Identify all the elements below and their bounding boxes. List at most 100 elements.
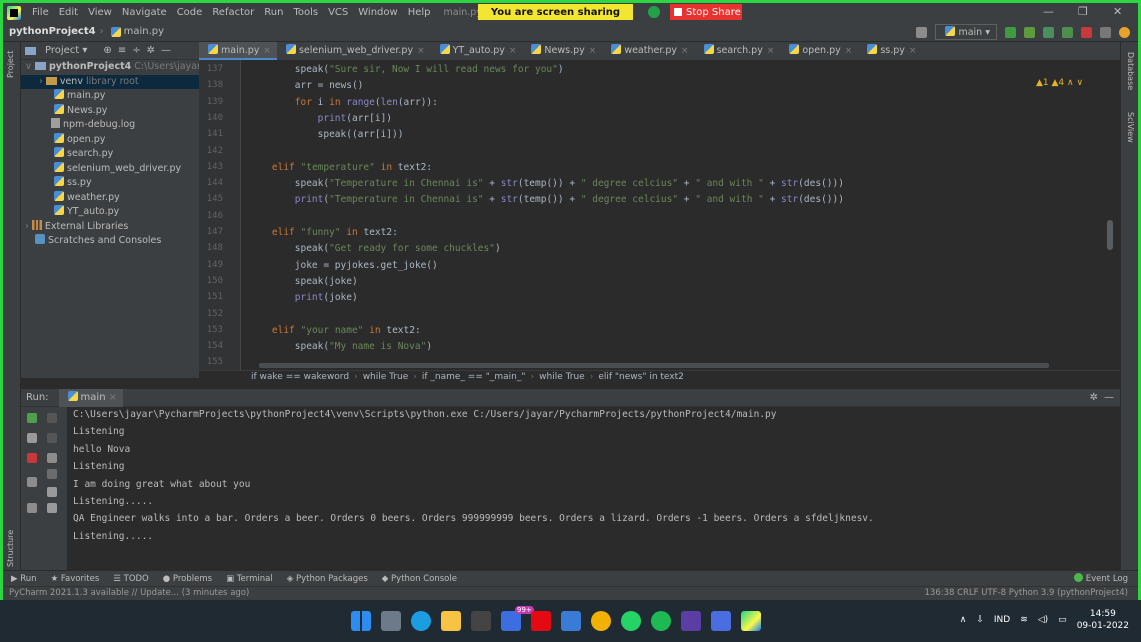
whatsapp-icon[interactable] [621,611,641,631]
code-line[interactable]: print(arr[i]) [249,113,392,124]
python-console-tool-button[interactable]: ◆ Python Console [382,574,457,584]
status-right-info[interactable]: 136:38 CRLF UTF-8 Python 3.9 (pythonProj… [925,587,1129,600]
code-line[interactable]: elif "temperature" in text2: [249,162,432,173]
close-tab-icon[interactable]: × [417,46,425,56]
nav-file[interactable]: main.py [124,26,164,37]
language-indicator[interactable]: IND [994,615,1010,625]
line-number[interactable]: 143 [199,162,223,172]
wrench-icon[interactable] [27,433,37,443]
hide-run-panel-icon[interactable]: — [1104,392,1114,403]
coverage-icon[interactable] [1043,26,1054,38]
calculator-icon[interactable] [561,611,581,631]
code-line[interactable]: speak("Sure sir, Now I will read news fo… [249,64,564,75]
menu-code[interactable]: Code [172,7,208,18]
tree-item-search-py[interactable]: search.py [21,147,199,162]
line-number[interactable]: 154 [199,341,223,351]
line-number[interactable]: 140 [199,113,223,123]
up-arrow-icon[interactable] [47,413,57,423]
wifi-icon[interactable]: ≋ [1020,615,1028,625]
tree-item-venv[interactable]: › venv library root [21,74,199,89]
menu-run[interactable]: Run [259,7,288,18]
line-number[interactable]: 151 [199,292,223,302]
code-line[interactable]: speak((arr[i])) [249,129,404,140]
line-number[interactable]: 139 [199,97,223,107]
event-log-button[interactable]: Event Log [1073,573,1128,584]
pin-icon[interactable] [27,503,37,513]
tab-ss-py[interactable]: ss.py × [858,42,922,60]
menu-view[interactable]: View [83,7,117,18]
run-settings-gear-icon[interactable]: ✲ [1090,392,1098,403]
expand-icon[interactable]: ÷ [132,45,140,56]
scroll-to-end-icon[interactable] [47,469,57,479]
tree-item-scratches[interactable]: Scratches and Consoles [21,234,199,249]
tab-open-py[interactable]: open.py × [780,42,858,60]
tab-selenium-web-driver-py[interactable]: selenium_web_driver.py × [277,42,431,60]
user-icon[interactable] [916,26,928,38]
tray-overflow-icon[interactable]: ∧ [960,615,967,625]
code-line[interactable]: arr = news() [249,80,364,91]
line-number[interactable]: 146 [199,211,223,221]
debug-icon[interactable] [1024,26,1035,38]
close-tab-icon[interactable]: × [909,46,917,56]
windows-start-icon[interactable] [351,611,371,631]
teams-icon[interactable] [501,611,521,631]
usb-icon[interactable]: ⇩ [976,615,984,625]
tree-item-selenium-py[interactable]: selenium_web_driver.py [21,161,199,177]
line-number[interactable]: 155 [199,357,223,367]
close-icon[interactable]: ✕ [1113,5,1122,18]
code-line[interactable]: speak("My name is Nova") [249,341,432,352]
run-tool-button[interactable]: ▶ Run [11,574,37,584]
layout-icon[interactable] [27,477,37,487]
tree-item-external-libraries[interactable]: › External Libraries [21,219,199,235]
close-tab-icon[interactable]: × [845,46,853,56]
profile-icon[interactable] [1062,26,1073,38]
inspection-warnings-indicator[interactable]: ▲1 ▲4 ∧ ∨ [1036,78,1083,88]
close-tab-icon[interactable]: × [589,46,597,56]
tree-item-main-py[interactable]: main.py [21,89,199,104]
breadcrumb-item[interactable]: elif "news" in text2 [598,372,684,382]
down-arrow-icon[interactable] [47,433,57,443]
code-line[interactable]: speak("Get ready for some chuckles") [249,243,501,254]
favorites-tool-button[interactable]: ★ Favorites [51,574,100,584]
line-number[interactable]: 148 [199,243,223,253]
tab-weather-py[interactable]: weather.py × [602,42,694,60]
code-editor[interactable]: ▲1 ▲4 ∧ ∨ 137 speak("Sure sir, Now I wil… [199,60,1120,370]
breadcrumb-item[interactable]: while True [539,372,585,382]
code-line[interactable]: joke = pyjokes.get_joke() [249,260,438,271]
line-number[interactable]: 144 [199,178,223,188]
print-icon[interactable] [47,487,57,497]
menu-help[interactable]: Help [403,7,436,18]
breadcrumb-item[interactable]: if wake == wakeword [251,372,349,382]
code-line[interactable]: elif "funny" in text2: [249,227,398,238]
tree-item-news-py[interactable]: News.py [21,103,199,119]
tree-item-ss-py[interactable]: ss.py [21,176,199,191]
stop-share-button[interactable]: Stop Share [670,4,742,20]
database-tool-label[interactable]: Database [1126,52,1135,90]
menu-vcs[interactable]: VCS [323,7,353,18]
updates-icon[interactable] [1119,26,1130,38]
menu-edit[interactable]: Edit [54,7,83,18]
tab-search-py[interactable]: search.py × [695,42,781,60]
line-number[interactable]: 150 [199,276,223,286]
edge-browser-icon[interactable] [411,611,431,631]
menu-file[interactable]: File [27,7,54,18]
trash-icon[interactable] [47,503,57,513]
soft-wrap-icon[interactable] [47,453,57,463]
menu-navigate[interactable]: Navigate [117,7,172,18]
rerun-icon[interactable] [27,413,37,423]
run-tab-main[interactable]: main × [58,388,124,407]
run-console[interactable]: C:\Users\jayar\PycharmProjects\pythonPro… [21,407,1120,570]
battery-icon[interactable]: ▭ [1058,615,1067,625]
stop-run-icon[interactable] [1081,26,1092,38]
amazon-music-icon[interactable] [681,611,701,631]
structure-tool-label[interactable]: Structure [6,530,15,567]
line-number[interactable]: 152 [199,309,223,319]
nav-project[interactable]: pythonProject4 [9,26,96,37]
tree-item-open-py[interactable]: open.py [21,132,199,148]
line-number[interactable]: 137 [199,64,223,74]
tree-item-project-root[interactable]: ∨ pythonProject4 C:\Users\jayar\Pych [21,60,199,75]
volume-icon[interactable]: ◁) [1038,615,1048,625]
code-line[interactable]: print("Temperature in Chennai is" + str(… [249,194,844,205]
editor-horizontal-scrollbar[interactable] [259,363,1049,368]
close-tab-icon[interactable]: × [509,46,517,56]
